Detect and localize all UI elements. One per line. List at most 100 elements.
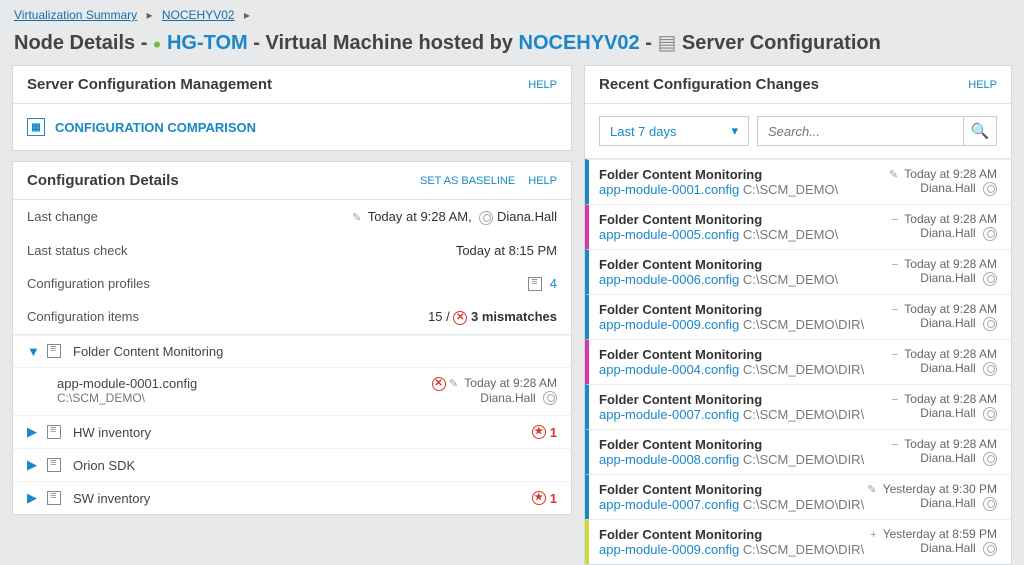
- breadcrumb-root[interactable]: Virtualization Summary: [14, 8, 137, 22]
- change-path: C:\SCM_DEMO\: [743, 272, 838, 287]
- change-file-link[interactable]: app-module-0009.config: [599, 542, 739, 557]
- help-link[interactable]: HELP: [528, 175, 557, 187]
- change-path: C:\SCM_DEMO\DIR\: [743, 362, 864, 377]
- change-time: Today at 9:28 AM: [904, 347, 997, 361]
- status-up-icon: ●: [153, 36, 161, 52]
- change-time: Yesterday at 8:59 PM: [883, 527, 997, 541]
- comparison-icon: ▦: [27, 118, 45, 136]
- change-file-link[interactable]: app-module-0009.config: [599, 317, 739, 332]
- change-title: Folder Content Monitoring: [599, 212, 838, 227]
- change-path: C:\SCM_DEMO\: [743, 182, 838, 197]
- change-path: C:\SCM_DEMO\DIR\: [743, 407, 864, 422]
- user-icon: [983, 227, 997, 241]
- change-user: Diana.Hall: [920, 361, 975, 375]
- change-title: Folder Content Monitoring: [599, 302, 864, 317]
- change-item[interactable]: Folder Content Monitoringapp-module-0007…: [585, 474, 1011, 519]
- badge-icon: ★: [532, 491, 546, 505]
- user-icon: [983, 272, 997, 286]
- panel-scm-title: Server Configuration Management: [27, 76, 272, 93]
- change-title: Folder Content Monitoring: [599, 482, 864, 497]
- profile-icon: [47, 425, 61, 439]
- change-file-link[interactable]: app-module-0004.config: [599, 362, 739, 377]
- change-type-icon: ✎: [867, 484, 876, 496]
- change-type-icon: −: [892, 349, 898, 361]
- change-item[interactable]: Folder Content Monitoringapp-module-0001…: [585, 159, 1011, 204]
- user-icon: [983, 497, 997, 511]
- change-title: Folder Content Monitoring: [599, 167, 838, 182]
- change-file-link[interactable]: app-module-0001.config: [599, 182, 739, 197]
- node-name[interactable]: HG-TOM: [167, 32, 248, 54]
- tree-orion-sdk[interactable]: ▶ Orion SDK: [13, 448, 571, 481]
- change-title: Folder Content Monitoring: [599, 527, 864, 542]
- help-link[interactable]: HELP: [968, 79, 997, 91]
- change-type-icon: −: [892, 214, 898, 226]
- change-path: C:\SCM_DEMO\DIR\: [743, 542, 864, 557]
- change-type-icon: −: [892, 394, 898, 406]
- caret-down-icon[interactable]: ▼: [27, 344, 39, 359]
- page-title: Node Details - ● HG-TOM - Virtual Machin…: [0, 26, 1024, 65]
- user-icon: [479, 211, 493, 225]
- panel-details-title: Configuration Details: [27, 172, 179, 189]
- change-item[interactable]: Folder Content Monitoringapp-module-0009…: [585, 519, 1011, 564]
- profile-icon: [47, 458, 61, 472]
- time-range-select[interactable]: Last 7 days ▾: [599, 116, 749, 146]
- change-path: C:\SCM_DEMO\DIR\: [743, 317, 864, 332]
- server-config-icon: ▤: [657, 32, 676, 54]
- tree-folder-content[interactable]: ▼ Folder Content Monitoring: [13, 335, 571, 367]
- change-time: Today at 9:28 AM: [904, 302, 997, 316]
- set-baseline-link[interactable]: SET AS BASELINE: [420, 175, 515, 187]
- change-title: Folder Content Monitoring: [599, 437, 864, 452]
- edit-icon: ✎: [352, 212, 361, 224]
- row-profiles: Configuration profiles 4: [13, 267, 571, 301]
- change-time: Today at 9:28 AM: [904, 212, 997, 226]
- change-time: Today at 9:28 AM: [904, 257, 997, 271]
- change-item[interactable]: Folder Content Monitoringapp-module-0008…: [585, 429, 1011, 474]
- change-type-icon: +: [870, 529, 876, 541]
- user-icon: [983, 362, 997, 376]
- change-type-icon: −: [892, 439, 898, 451]
- mismatch-icon: ✕: [453, 311, 467, 325]
- change-title: Folder Content Monitoring: [599, 257, 838, 272]
- user-icon: [983, 542, 997, 556]
- change-item[interactable]: Folder Content Monitoringapp-module-0007…: [585, 384, 1011, 429]
- tree-child-item[interactable]: app-module-0001.config C:\SCM_DEMO\ ✕ ✎ …: [13, 367, 571, 416]
- change-file-link[interactable]: app-module-0007.config: [599, 497, 739, 512]
- row-last-change: Last change ✎ Today at 9:28 AM, Diana.Ha…: [13, 200, 571, 234]
- change-item[interactable]: Folder Content Monitoringapp-module-0006…: [585, 249, 1011, 294]
- change-item[interactable]: Folder Content Monitoringapp-module-0005…: [585, 204, 1011, 249]
- change-time: Yesterday at 9:30 PM: [883, 482, 997, 496]
- search-button[interactable]: 🔍: [963, 116, 997, 146]
- caret-right-icon[interactable]: ▶: [27, 457, 39, 473]
- configuration-comparison-button[interactable]: ▦ CONFIGURATION COMPARISON: [13, 104, 571, 150]
- search-input[interactable]: [757, 116, 963, 146]
- mismatch-icon: ✕: [432, 377, 446, 391]
- change-item[interactable]: Folder Content Monitoringapp-module-0009…: [585, 294, 1011, 339]
- help-link[interactable]: HELP: [528, 79, 557, 91]
- breadcrumb: Virtualization Summary ▸ NOCEHYV02 ▸: [0, 0, 1024, 26]
- user-icon: [983, 182, 997, 196]
- change-file-link[interactable]: app-module-0007.config: [599, 407, 739, 422]
- badge-icon: ★: [532, 425, 546, 439]
- tree-sw-inventory[interactable]: ▶ SW inventory ★1: [13, 481, 571, 514]
- change-type-icon: ✎: [889, 169, 898, 181]
- panel-changes-title: Recent Configuration Changes: [599, 76, 819, 93]
- change-item[interactable]: Folder Content Monitoringapp-module-0004…: [585, 339, 1011, 384]
- change-file-link[interactable]: app-module-0008.config: [599, 452, 739, 467]
- panel-scm: Server Configuration Management HELP ▦ C…: [12, 65, 572, 151]
- change-title: Folder Content Monitoring: [599, 392, 864, 407]
- profile-icon: [47, 344, 61, 358]
- change-user: Diana.Hall: [920, 181, 975, 195]
- change-user: Diana.Hall: [920, 496, 975, 510]
- change-file-link[interactable]: app-module-0006.config: [599, 272, 739, 287]
- change-type-icon: −: [892, 259, 898, 271]
- hypervisor-name[interactable]: NOCEHYV02: [519, 32, 640, 54]
- caret-right-icon[interactable]: ▶: [27, 424, 39, 440]
- breadcrumb-node[interactable]: NOCEHYV02: [162, 8, 235, 22]
- change-user: Diana.Hall: [920, 541, 975, 555]
- tree-hw-inventory[interactable]: ▶ HW inventory ★1: [13, 415, 571, 448]
- caret-right-icon[interactable]: ▶: [27, 490, 39, 506]
- chevron-right-icon: ▸: [244, 8, 250, 22]
- profiles-link[interactable]: 4: [550, 276, 557, 291]
- change-file-link[interactable]: app-module-0005.config: [599, 227, 739, 242]
- change-type-icon: −: [892, 304, 898, 316]
